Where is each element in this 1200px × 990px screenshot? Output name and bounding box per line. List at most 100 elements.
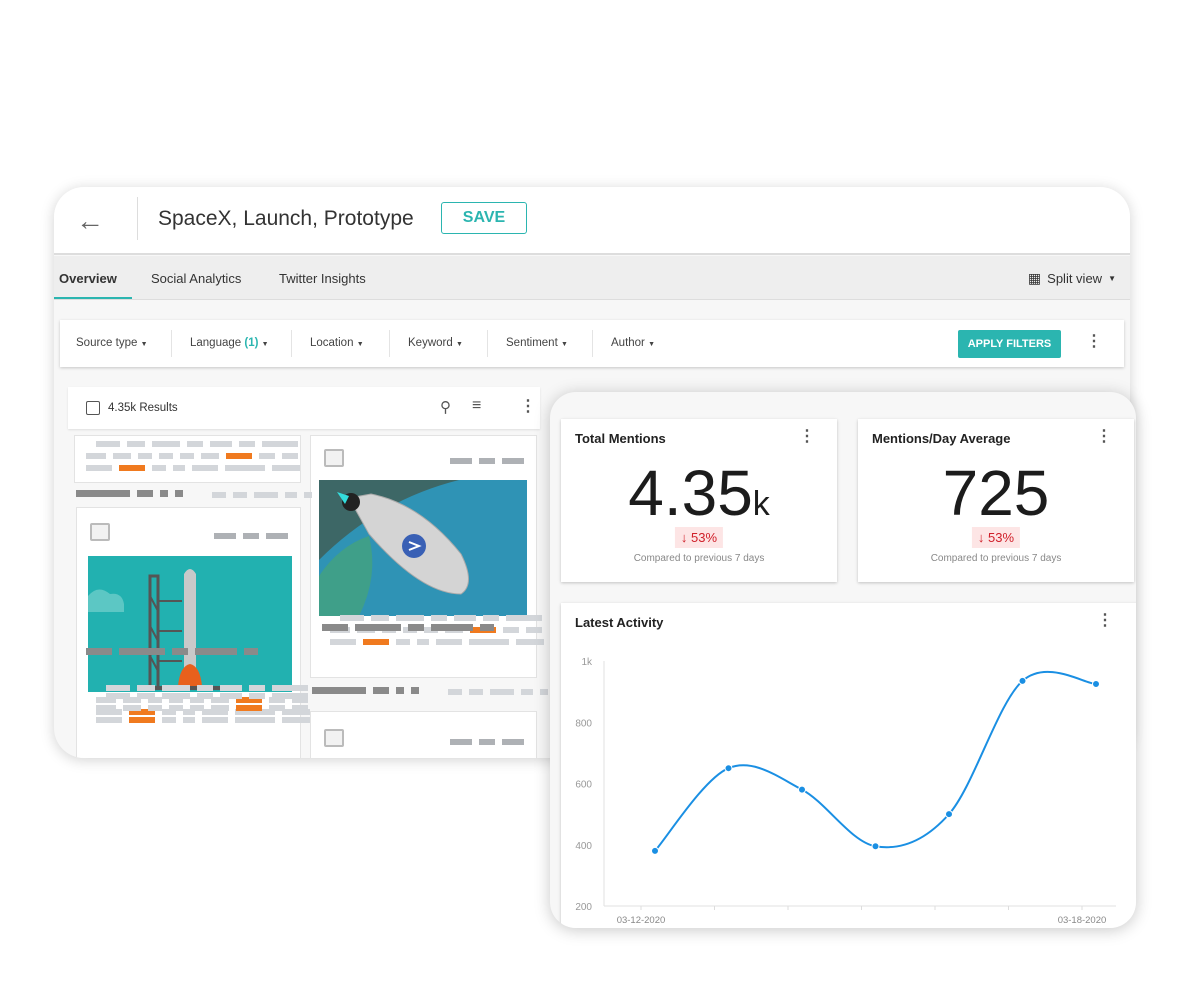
y-tick-label: 200 xyxy=(575,902,592,913)
text-placeholder xyxy=(340,615,364,621)
filter-label: Author xyxy=(611,337,645,349)
text-placeholder xyxy=(269,705,285,711)
text-placeholder xyxy=(212,492,226,498)
text-placeholder xyxy=(106,693,130,699)
text-placeholder xyxy=(225,465,265,471)
text-placeholder xyxy=(169,705,183,711)
text-placeholder xyxy=(86,648,112,655)
more-vertical-icon[interactable]: ⋮ xyxy=(1096,429,1112,445)
more-vertical-icon[interactable]: ⋮ xyxy=(1086,334,1102,350)
text-placeholder xyxy=(123,705,141,711)
caret-down-icon: ▼ xyxy=(561,341,568,348)
caret-down-icon: ▼ xyxy=(1108,274,1116,283)
text-placeholder xyxy=(162,717,176,723)
text-placeholder xyxy=(129,717,155,723)
text-placeholder xyxy=(480,624,494,631)
text-placeholder xyxy=(172,648,188,655)
text-placeholder xyxy=(236,705,262,711)
more-vertical-icon[interactable]: ⋮ xyxy=(799,429,815,445)
text-placeholder xyxy=(86,465,112,471)
text-placeholder xyxy=(454,615,476,621)
text-placeholder xyxy=(113,453,131,459)
text-placeholder xyxy=(138,453,152,459)
y-tick-label: 600 xyxy=(575,780,592,791)
text-placeholder xyxy=(431,615,447,621)
text-placeholder xyxy=(96,705,116,711)
text-placeholder xyxy=(254,492,278,498)
caret-down-icon: ▼ xyxy=(648,341,655,348)
data-point xyxy=(725,765,732,772)
text-placeholder xyxy=(312,687,366,694)
text-placeholder xyxy=(96,441,120,447)
text-placeholder xyxy=(159,453,173,459)
text-placeholder xyxy=(119,465,145,471)
text-placeholder xyxy=(408,624,424,631)
mentions-per-day-card: Mentions/Day Average ⋮ 725 ↓ 53% Compare… xyxy=(858,419,1134,582)
text-placeholder xyxy=(469,639,509,645)
filter-author[interactable]: Author ▼ xyxy=(611,337,655,349)
text-placeholder xyxy=(272,465,300,471)
text-placeholder xyxy=(148,705,162,711)
value: 4.35 xyxy=(628,457,753,529)
text-placeholder xyxy=(272,685,308,691)
article-icon xyxy=(324,449,344,467)
text-placeholder xyxy=(197,693,213,699)
text-placeholder xyxy=(235,717,275,723)
text-placeholder xyxy=(479,739,495,745)
text-placeholder xyxy=(322,624,348,631)
text-placeholder xyxy=(180,453,194,459)
text-placeholder xyxy=(220,693,242,699)
text-placeholder xyxy=(137,490,153,497)
text-placeholder xyxy=(450,739,472,745)
change-badge: ↓ 53% xyxy=(972,527,1020,548)
apply-filters-button[interactable]: APPLY FILTERS xyxy=(958,330,1061,358)
text-placeholder xyxy=(192,465,218,471)
spaceship-image xyxy=(319,480,527,616)
text-placeholder xyxy=(292,705,308,711)
text-placeholder xyxy=(448,689,462,695)
text-placeholder xyxy=(259,453,275,459)
text-placeholder xyxy=(239,441,255,447)
change-badge: ↓ 53% xyxy=(675,527,723,548)
text-placeholder xyxy=(411,687,419,694)
split-view-dropdown[interactable]: ▦ Split view ▼ xyxy=(1028,270,1116,287)
text-placeholder xyxy=(162,685,190,691)
text-placeholder xyxy=(479,458,495,464)
data-point xyxy=(652,847,659,854)
change-value: 53% xyxy=(691,530,717,545)
data-point xyxy=(1093,680,1100,687)
y-tick-label: 800 xyxy=(575,718,592,729)
text-placeholder xyxy=(396,687,404,694)
text-placeholder xyxy=(106,685,130,691)
text-placeholder xyxy=(503,627,519,633)
text-placeholder xyxy=(262,441,298,447)
text-placeholder xyxy=(282,717,310,723)
text-placeholder xyxy=(214,533,236,539)
text-placeholder xyxy=(516,639,544,645)
metrics-panel: Total Mentions ⋮ 4.35k ↓ 53% Compared to… xyxy=(550,392,1136,928)
text-placeholder xyxy=(431,624,473,631)
text-placeholder xyxy=(76,490,130,497)
text-placeholder xyxy=(355,624,401,631)
text-placeholder xyxy=(187,441,203,447)
split-view-label: Split view xyxy=(1047,271,1102,286)
text-placeholder xyxy=(304,492,312,498)
x-tick-label: 03-12-2020 xyxy=(617,915,666,926)
card-title: Total Mentions xyxy=(575,431,666,446)
text-placeholder xyxy=(502,739,524,745)
text-placeholder xyxy=(226,453,252,459)
results-feed xyxy=(54,187,554,758)
text-placeholder xyxy=(373,687,389,694)
data-point xyxy=(1019,677,1026,684)
result-card[interactable] xyxy=(310,711,537,758)
y-tick-label: 1k xyxy=(581,657,593,668)
text-placeholder xyxy=(540,689,548,695)
data-point xyxy=(872,843,879,850)
text-placeholder xyxy=(436,639,462,645)
arrow-down-icon: ↓ xyxy=(681,530,688,545)
text-placeholder xyxy=(483,615,499,621)
text-placeholder xyxy=(506,615,542,621)
compare-text: Compared to previous 7 days xyxy=(561,553,837,564)
text-placeholder xyxy=(137,693,155,699)
unit: k xyxy=(753,485,770,523)
